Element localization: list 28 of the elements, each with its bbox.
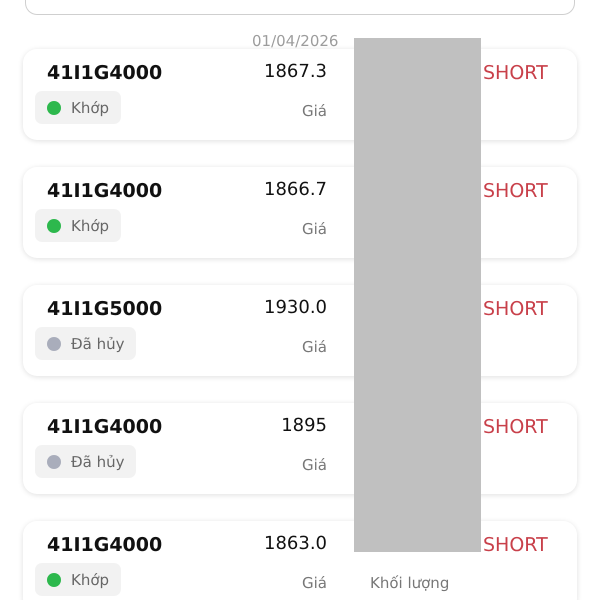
price-value: 1866.7: [264, 179, 327, 202]
status-label: Khớp: [71, 216, 110, 234]
price-label: Giá: [302, 455, 327, 474]
order-code: 41I1G4000: [47, 416, 164, 440]
price-label: Giá: [302, 219, 327, 238]
price-label: Giá: [302, 101, 327, 120]
price-value: 1895: [281, 415, 327, 438]
status-label: Đã hủy: [71, 334, 124, 352]
status-label: Khớp: [71, 98, 110, 116]
status-label: Khớp: [71, 570, 110, 588]
order-code: 41I1G5000: [47, 298, 164, 322]
price-value: 1930.0: [264, 297, 327, 320]
side-label: SHORT: [482, 62, 549, 86]
side-label: SHORT: [482, 534, 549, 558]
volume-label: Khối lượng: [369, 573, 450, 592]
order-code: 41I1G4000: [47, 180, 164, 204]
price-label: Giá: [302, 337, 327, 356]
side-label: SHORT: [482, 180, 549, 204]
price-value: 1867.3: [264, 61, 327, 84]
date-label: 01/04/2026: [252, 32, 338, 50]
side-label: SHORT: [482, 416, 549, 440]
status-label: Đã hủy: [71, 452, 124, 470]
side-label: SHORT: [482, 298, 549, 322]
price-label: Giá: [302, 573, 327, 592]
order-code: 41I1G4000: [47, 534, 164, 558]
order-card[interactable]: 41I1G4000 1863.0 SHORT Khớp Giá Khối lượng: [23, 521, 577, 600]
price-value: 1863.0: [264, 533, 327, 556]
order-code: 41I1G4000: [47, 62, 164, 86]
